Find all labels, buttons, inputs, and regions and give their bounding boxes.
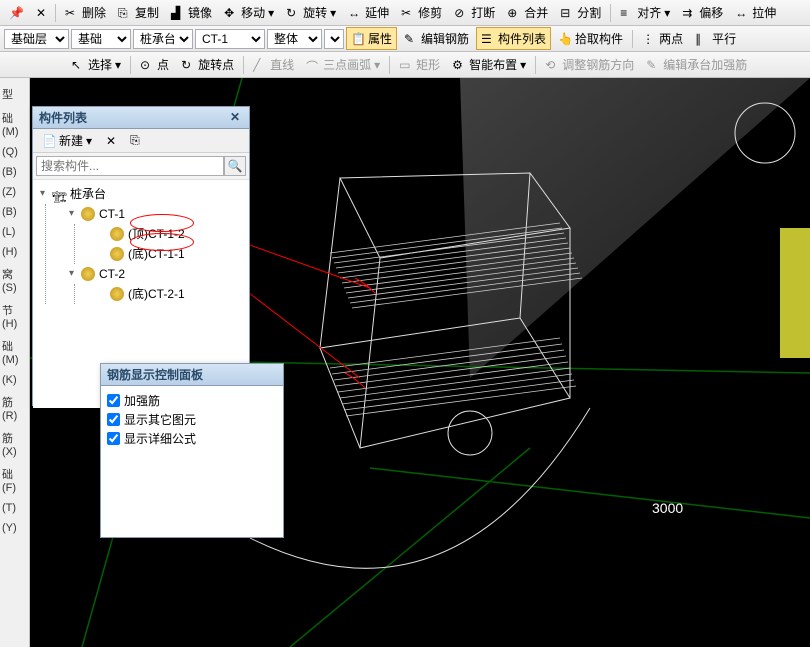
sidebar-item[interactable]: (Y) [0,518,29,538]
sidebar-item[interactable]: 筋(R) [0,390,29,426]
toolbar-draw: ↖选择 ▾ ⊙点 ↻旋转点 ╱直线 ⌒三点画弧 ▾ ▭矩形 ⚙智能布置 ▾ ⟲调… [0,52,810,78]
sidebar-item[interactable]: 础(F) [0,462,29,498]
component-select[interactable]: CT-1 [195,29,265,49]
sidebar-item[interactable]: 础(M) [0,106,29,142]
toolbar-edit: 📌 ✕ ✂删除 ⎘复制 ▟镜像 ✥移动 ▾ ↻旋转 ▾ ↔延伸 ✂修剪 ⊘打断 … [0,0,810,26]
rotate-button[interactable]: ↻旋转 ▾ [281,1,341,24]
parallel-button[interactable]: ∥平行 [690,27,741,50]
empty-select[interactable] [324,29,344,49]
smart-layout-button[interactable]: ⚙智能布置 ▾ [447,53,531,76]
extend-button[interactable]: ↔延伸 [343,1,394,24]
arc-button[interactable]: ⌒三点画弧 ▾ [301,53,385,76]
line-button[interactable]: ╱直线 [248,53,299,76]
rotate-point-button[interactable]: ↻旋转点 [176,53,239,76]
point-button[interactable]: ⊙点 [135,53,174,76]
panel-title-bar[interactable]: 构件列表 ✕ [33,107,249,129]
tree-node-ct1-bot[interactable]: (底)CT-1-1 [95,244,245,264]
layer-select[interactable]: 基础层 [4,29,69,49]
break-button[interactable]: ⊘打断 [449,1,500,24]
close-icon[interactable]: ✕ [227,110,243,126]
align-button[interactable]: ≡对齐 ▾ [615,1,675,24]
tree-root[interactable]: ▾🏗桩承台 [37,184,245,204]
sidebar-item[interactable]: (K) [0,370,29,390]
sidebar-item[interactable]: (T) [0,498,29,518]
adjust-rebar-dir-button[interactable]: ⟲调整钢筋方向 [540,53,639,76]
checkbox-show-formula[interactable]: 显示详细公式 [107,430,277,447]
stretch-button[interactable]: ↔拉伸 [730,1,781,24]
sidebar-item[interactable]: 础(M) [0,334,29,370]
sidebar-item[interactable]: 筋(X) [0,426,29,462]
edit-rebar-button[interactable]: ✎编辑钢筋 [399,27,474,50]
panel-title-bar[interactable]: 钢筋显示控制面板 [101,364,283,386]
pilecap-select[interactable]: 桩承台 [133,29,193,49]
gear-icon [81,267,95,281]
new-button[interactable]: 📄新建 ▾ [37,129,97,152]
pick-component-button[interactable]: 👆拾取构件 [553,27,628,50]
tree-node-ct2[interactable]: ▾CT-2 [66,264,245,284]
sidebar-item[interactable]: 型 [0,82,29,106]
search-button[interactable]: 🔍 [224,156,246,176]
rect-button[interactable]: ▭矩形 [394,53,445,76]
sidebar-item[interactable]: (H) [0,242,29,262]
delete-item-button[interactable]: ✕ [101,131,121,151]
gear-icon [110,227,124,241]
split-button[interactable]: ⊟分割 [555,1,606,24]
foundation-select[interactable]: 基础 [71,29,131,49]
trim-button[interactable]: ✂修剪 [396,1,447,24]
panel-title-text: 构件列表 [39,109,87,126]
search-row: 🔍 [33,153,249,180]
tree-node-ct1-top[interactable]: (顶)CT-1-2 [95,224,245,244]
move-button[interactable]: ✥移动 ▾ [219,1,279,24]
sidebar-item[interactable]: 节(H) [0,298,29,334]
gear-icon [110,247,124,261]
close-icon[interactable]: ✕ [31,3,51,23]
panel-toolbar: 📄新建 ▾ ✕ ⎘ [33,129,249,153]
sidebar-item[interactable]: (Q) [0,142,29,162]
component-list-button[interactable]: ☰构件列表 [476,27,551,50]
panel-title-text: 钢筋显示控制面板 [107,366,203,383]
select-button[interactable]: ↖选择 ▾ [66,53,126,76]
dimension-label: 3000 [652,500,683,516]
delete-button[interactable]: ✂删除 [60,1,111,24]
component-tree: ▾🏗桩承台 ▾CT-1 (顶)CT-1-2 (底)CT-1-1 ▾CT-2 (底… [33,180,249,308]
sidebar-item[interactable]: (Z) [0,182,29,202]
properties-button[interactable]: 📋属性 [346,27,397,50]
offset-button[interactable]: ⇉偏移 [677,1,728,24]
merge-button[interactable]: ⊕合并 [502,1,553,24]
gear-icon [81,207,95,221]
gear-icon [110,287,124,301]
sidebar-item[interactable]: (B) [0,202,29,222]
sidebar-item[interactable]: 窝(S) [0,262,29,298]
checkbox-show-other[interactable]: 显示其它图元 [107,411,277,428]
search-input[interactable] [36,156,224,176]
component-list-panel: 构件列表 ✕ 📄新建 ▾ ✕ ⎘ 🔍 ▾🏗桩承台 ▾CT-1 (顶)CT-1-2… [32,106,250,406]
pin-icon[interactable]: 📌 [4,3,29,23]
edit-cap-rebar-button[interactable]: ✎编辑承台加强筋 [641,53,752,76]
copy-item-button[interactable]: ⎘ [125,130,145,151]
left-sidebar: 型 础(M) (Q) (B) (Z) (B) (L) (H) 窝(S) 节(H)… [0,78,30,647]
tree-node-ct1[interactable]: ▾CT-1 [66,204,245,224]
mirror-button[interactable]: ▟镜像 [166,1,217,24]
toolbar-component: 基础层 基础 桩承台 CT-1 整体 📋属性 ✎编辑钢筋 ☰构件列表 👆拾取构件… [0,26,810,52]
checkbox-reinforcement[interactable]: 加强筋 [107,392,277,409]
whole-select[interactable]: 整体 [267,29,322,49]
sidebar-item[interactable]: (L) [0,222,29,242]
rebar-display-panel: 钢筋显示控制面板 加强筋 显示其它图元 显示详细公式 [100,363,284,538]
copy-button[interactable]: ⎘复制 [113,1,164,24]
two-points-button[interactable]: ⋮两点 [637,27,688,50]
tree-node-ct2-bot[interactable]: (底)CT-2-1 [95,284,245,304]
sidebar-item[interactable]: (B) [0,162,29,182]
